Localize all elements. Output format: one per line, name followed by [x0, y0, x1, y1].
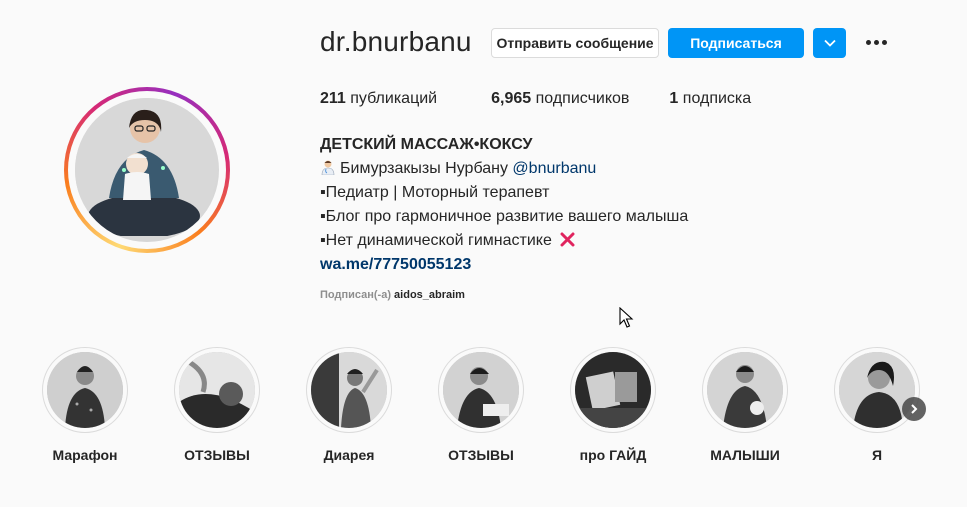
- avatar-border: [68, 91, 226, 249]
- suggested-dropdown-button[interactable]: [813, 28, 846, 58]
- cross-mark-icon: [560, 232, 575, 247]
- highlight-ring: [174, 347, 260, 433]
- highlight-label: Я: [871, 447, 883, 463]
- following-label: подписка: [678, 90, 752, 107]
- highlight-ring: [42, 347, 128, 433]
- followed-by[interactable]: Подписан(-а) aidos_abraim: [320, 289, 465, 301]
- highlight-label: про ГАЙД: [579, 447, 647, 463]
- bio-title: ДЕТСКИЙ МАССАЖ•КОКСУ: [320, 136, 533, 153]
- highlight-label: ОТЗЫВЫ: [448, 447, 514, 463]
- highlight-cover: [575, 352, 651, 428]
- posts-stat: 211 публикаций: [320, 90, 437, 108]
- highlight-label: МАЛЫШИ: [710, 447, 780, 463]
- highlight-image: [47, 352, 123, 428]
- dot: [881, 39, 887, 45]
- bio-mention-link[interactable]: @bnurbanu: [512, 160, 596, 177]
- username: dr.bnurbanu: [320, 26, 472, 57]
- highlight-label: ОТЗЫВЫ: [184, 447, 250, 463]
- doctor-emoji-icon: [321, 160, 335, 176]
- highlight-image: [443, 352, 519, 428]
- followers-link[interactable]: 6,965 подписчиков: [491, 90, 629, 108]
- highlight-cover: [47, 352, 123, 428]
- highlight-ring: [570, 347, 656, 433]
- profile-stats: 211 публикаций 6,965 подписчиков 1 подпи…: [320, 90, 791, 108]
- highlight-cover: [443, 352, 519, 428]
- highlight-ring: [306, 347, 392, 433]
- highlight-item[interactable]: ОТЗЫВЫ: [172, 347, 262, 463]
- profile-bio: ДЕТСКИЙ МАССАЖ•КОКСУ Бимурзакызы Нурбану…: [320, 133, 688, 277]
- followed-by-label: Подписан(-а): [320, 289, 395, 301]
- cursor-icon: [619, 307, 634, 328]
- more-options-icon[interactable]: [861, 30, 891, 54]
- dot: [873, 39, 879, 45]
- highlight-label: Диарея: [323, 447, 375, 463]
- followed-by-account: aidos_abraim: [394, 289, 465, 301]
- send-message-button[interactable]: Отправить сообщение: [491, 28, 659, 58]
- highlight-image: [311, 352, 387, 428]
- bio-line-4-text: ▪Нет динамической гимнастике: [320, 232, 552, 249]
- bio-name: Бимурзакызы Нурбану: [340, 160, 513, 177]
- highlight-cover: [311, 352, 387, 428]
- following-link[interactable]: 1 подписка: [669, 90, 751, 108]
- highlight-item[interactable]: про ГАЙД: [568, 347, 658, 463]
- highlight-item[interactable]: Марафон: [40, 347, 130, 463]
- avatar-illustration: [75, 98, 213, 238]
- posts-label: публикаций: [345, 90, 438, 107]
- highlight-item[interactable]: МАЛЫШИ: [700, 347, 790, 463]
- followers-count: 6,965: [491, 90, 532, 107]
- story-highlights: Марафон ОТЗЫВЫ Диарея ОТЗЫВЫ про ГАЙД МА…: [40, 347, 920, 467]
- highlight-image: [707, 352, 783, 428]
- highlight-image: [839, 352, 915, 428]
- highlight-ring: [834, 347, 920, 433]
- highlight-cover: [839, 352, 915, 428]
- profile-avatar[interactable]: [64, 87, 230, 253]
- highlight-image: [575, 352, 651, 428]
- followers-label: подписчиков: [531, 90, 630, 107]
- highlight-label: Марафон: [52, 447, 118, 463]
- highlight-image: [179, 352, 255, 428]
- avatar-photo: [75, 98, 219, 242]
- highlight-item[interactable]: Диарея: [304, 347, 394, 463]
- dot: [865, 39, 871, 45]
- highlights-next-button[interactable]: [902, 397, 926, 421]
- highlight-ring: [438, 347, 524, 433]
- highlight-item[interactable]: ОТЗЫВЫ: [436, 347, 526, 463]
- highlight-cover: [707, 352, 783, 428]
- bio-line-2: ▪Педиатр | Моторный терапевт: [320, 184, 550, 201]
- chevron-right-icon: [911, 404, 918, 414]
- bio-line-4: ▪Нет динамической гимнастике: [320, 229, 688, 253]
- bio-line-1: Бимурзакызы Нурбану @bnurbanu: [320, 157, 688, 181]
- bio-line-3: ▪Блог про гармоничное развитие вашего ма…: [320, 208, 689, 225]
- bio-website-link[interactable]: wa.me/77750055123: [320, 253, 688, 277]
- highlight-cover: [179, 352, 255, 428]
- posts-count: 211: [320, 90, 346, 107]
- highlight-ring: [702, 347, 788, 433]
- follow-button[interactable]: Подписаться: [668, 28, 804, 58]
- chevron-down-icon: [823, 39, 836, 47]
- following-count: 1: [669, 90, 679, 107]
